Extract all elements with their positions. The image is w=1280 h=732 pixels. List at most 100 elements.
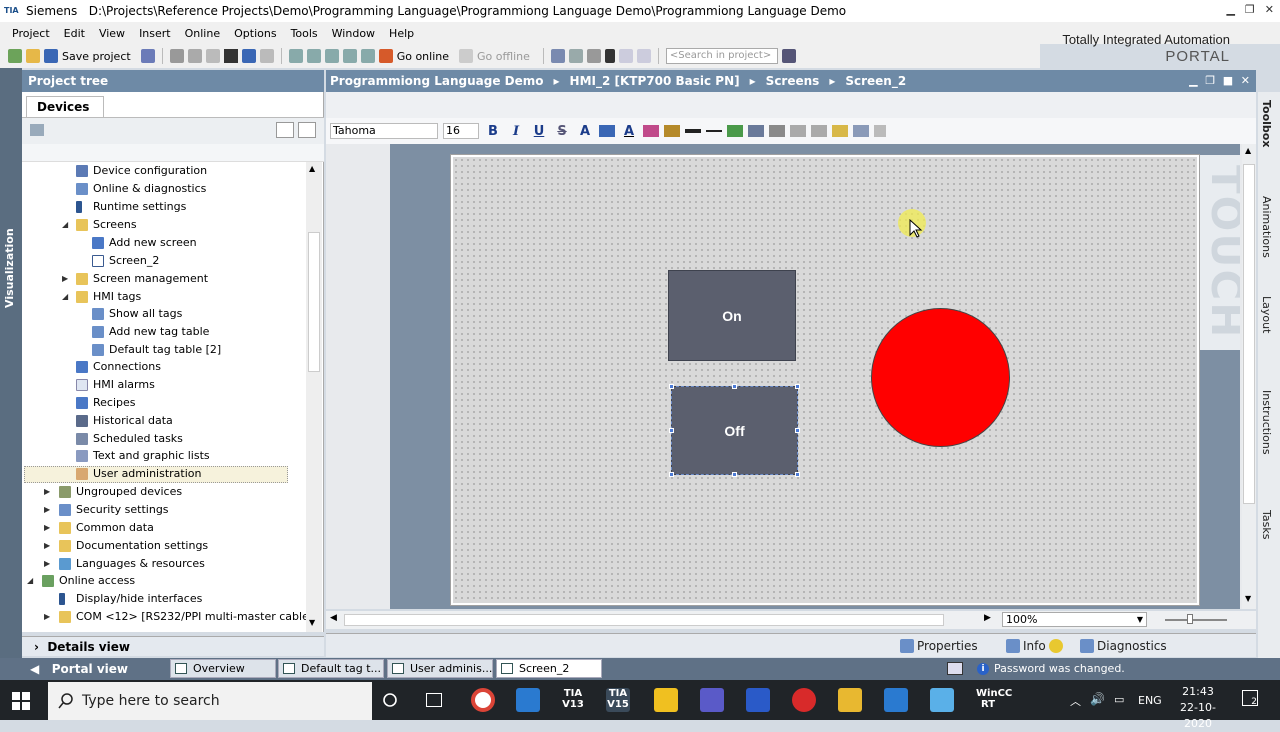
- open-project-icon[interactable]: [26, 49, 40, 63]
- tab-diagnostics[interactable]: Diagnostics: [1080, 637, 1167, 655]
- close-editor-icon[interactable]: [604, 49, 615, 63]
- file-explorer-icon[interactable]: [838, 688, 862, 712]
- expand-arrow-icon[interactable]: ▶: [44, 541, 50, 550]
- tree-item-online-diagnostics[interactable]: Online & diagnostics: [76, 180, 206, 198]
- tree-item-languages-resources[interactable]: Languages & resources: [59, 555, 205, 573]
- resize-handle[interactable]: [669, 428, 674, 433]
- portal-view-button[interactable]: ◀ Portal view: [30, 660, 128, 678]
- accessible-devices-icon[interactable]: [550, 49, 565, 63]
- tree-item-connections[interactable]: Connections: [76, 358, 161, 376]
- new-project-icon[interactable]: [8, 49, 22, 63]
- scroll-right-icon[interactable]: ▶: [984, 613, 991, 623]
- tree-item-hmi-tags[interactable]: HMI tags: [76, 288, 141, 306]
- align-objects-icon[interactable]: [769, 125, 785, 137]
- tia-v15-icon[interactable]: TIA V15: [606, 688, 630, 712]
- split-vertical-icon[interactable]: [636, 49, 651, 63]
- expand-arrow-icon[interactable]: ▶: [44, 487, 50, 496]
- distribute-icon[interactable]: [790, 125, 806, 137]
- tree-item-screen-2[interactable]: Screen_2: [92, 252, 159, 270]
- expand-arrow-icon[interactable]: ▶: [44, 505, 50, 514]
- tree-item-ungrouped-devices[interactable]: Ungrouped devices: [59, 483, 182, 501]
- save-project-button[interactable]: Save project: [62, 50, 131, 63]
- bring-forward-icon[interactable]: [727, 125, 743, 137]
- simulation-icon[interactable]: [342, 49, 357, 63]
- resize-handle[interactable]: [732, 384, 737, 389]
- start-runtime-icon[interactable]: [360, 49, 375, 63]
- taskbar-search-input[interactable]: Type here to search: [48, 682, 372, 720]
- print-icon[interactable]: [140, 49, 155, 63]
- scroll-thumb[interactable]: [308, 232, 320, 372]
- cortana-icon[interactable]: [382, 692, 398, 708]
- resize-handle[interactable]: [795, 472, 800, 477]
- tab-properties[interactable]: Properties: [900, 637, 978, 655]
- editor-window-controls[interactable]: ▁ ❐ ■ ✕: [1189, 70, 1250, 92]
- go-offline-icon[interactable]: [459, 49, 473, 63]
- photos-icon[interactable]: [884, 688, 908, 712]
- tree-item-security-settings[interactable]: Security settings: [59, 501, 169, 519]
- menu-edit[interactable]: Edit: [58, 27, 93, 40]
- task-user-administration[interactable]: User adminis...: [387, 659, 493, 678]
- line-color-icon[interactable]: [664, 125, 680, 137]
- task-view-icon[interactable]: [426, 693, 442, 707]
- teams-icon[interactable]: [700, 688, 724, 712]
- undo-icon[interactable]: [241, 49, 256, 63]
- vscode-icon[interactable]: [516, 688, 540, 712]
- search-icon[interactable]: [781, 49, 796, 63]
- breadcrumb-screen-2[interactable]: Screen_2: [845, 70, 906, 92]
- project-tree-scrollbar[interactable]: ▲ ▼: [306, 162, 322, 632]
- tree-item-device-configuration[interactable]: Device configuration: [76, 162, 207, 180]
- search-project-input[interactable]: <Search in project>: [665, 48, 778, 64]
- close-icon[interactable]: ✕: [1265, 3, 1274, 16]
- scroll-track[interactable]: [344, 614, 944, 626]
- network-icon[interactable]: ▭: [1114, 693, 1124, 706]
- input-language[interactable]: ENG: [1138, 694, 1162, 707]
- align-icon[interactable]: [599, 125, 615, 137]
- tray-chevron-up-icon[interactable]: ︿: [1070, 693, 1081, 709]
- collapse-arrow-icon[interactable]: ◢: [27, 576, 33, 585]
- task-default-tag-table[interactable]: Default tag t...: [278, 659, 384, 678]
- volume-icon[interactable]: 🔊: [1090, 692, 1105, 706]
- expand-arrow-icon[interactable]: ▶: [44, 612, 50, 621]
- tree-item-hmi-alarms[interactable]: HMI alarms: [76, 376, 155, 394]
- upload-icon[interactable]: [324, 49, 339, 63]
- scroll-thumb[interactable]: [1243, 164, 1255, 504]
- tree-item-add-new-tag-table[interactable]: Add new tag table: [92, 323, 209, 341]
- task-overview[interactable]: Overview: [170, 659, 276, 678]
- task-card-tasks[interactable]: Tasks: [1260, 510, 1273, 539]
- sticky-notes-icon[interactable]: [654, 688, 678, 712]
- hmi-screen-canvas[interactable]: [450, 154, 1200, 606]
- tree-item-default-tag-table[interactable]: Default tag table [2]: [92, 341, 221, 359]
- delete-icon[interactable]: [223, 49, 238, 63]
- rotate-icon[interactable]: [748, 125, 764, 137]
- tree-item-com-12[interactable]: COM <12> [RS232/PPI multi-master cable]: [59, 608, 313, 626]
- expand-arrow-icon[interactable]: ▶: [62, 274, 68, 283]
- menu-project[interactable]: Project: [6, 27, 58, 40]
- strikethrough-icon[interactable]: S: [553, 124, 571, 139]
- tree-item-display-hide-interfaces[interactable]: Display/hide interfaces: [59, 590, 202, 608]
- tree-item-user-administration[interactable]: User administration: [76, 465, 201, 483]
- tree-item-runtime-settings[interactable]: Runtime settings: [76, 198, 186, 216]
- menu-help[interactable]: Help: [383, 27, 422, 40]
- tab-info[interactable]: Info: [1006, 637, 1063, 655]
- line-width-icon[interactable]: [685, 129, 701, 133]
- tree-item-historical-data[interactable]: Historical data: [76, 412, 173, 430]
- tree-item-show-all-tags[interactable]: Show all tags: [92, 305, 182, 323]
- zoom-slider-thumb[interactable]: [1187, 614, 1193, 624]
- indicator-lamp-circle[interactable]: [871, 308, 1010, 447]
- tree-item-text-graphic-lists[interactable]: Text and graphic lists: [76, 447, 210, 465]
- resize-handle[interactable]: [795, 428, 800, 433]
- resize-handle[interactable]: [669, 472, 674, 477]
- resize-handle[interactable]: [669, 384, 674, 389]
- tree-item-scheduled-tasks[interactable]: Scheduled tasks: [76, 430, 183, 448]
- same-size-icon[interactable]: [811, 125, 827, 137]
- notifications-icon[interactable]: 2: [1242, 690, 1258, 707]
- breadcrumb-project[interactable]: Programmiong Language Demo: [330, 70, 544, 92]
- details-view-toggle[interactable]: › Details view: [22, 636, 324, 656]
- scroll-down-icon[interactable]: ▼: [1245, 594, 1251, 603]
- font-color-icon[interactable]: A: [620, 124, 638, 139]
- tree-item-common-data[interactable]: Common data: [59, 519, 154, 537]
- tab-devices[interactable]: Devices: [26, 96, 104, 118]
- font-size-increase-icon[interactable]: A: [576, 124, 594, 139]
- scroll-down-icon[interactable]: ▼: [309, 618, 315, 627]
- go-online-icon[interactable]: [378, 49, 393, 63]
